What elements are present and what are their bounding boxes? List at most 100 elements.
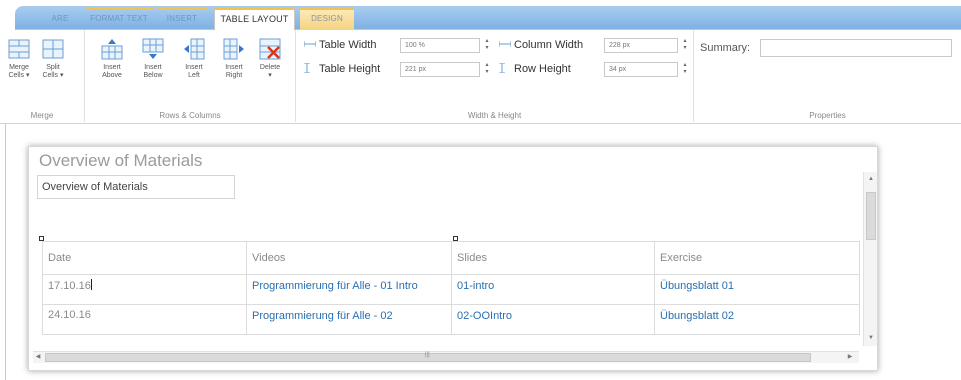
materials-table: Date Videos Slides Exercise 17.10.16 Pro… — [42, 241, 860, 335]
split-cells-button[interactable]: Split Cells ▾ — [40, 38, 66, 80]
merge-cells-label-2: Cells ▾ — [8, 72, 30, 79]
split-cells-label-2: Cells ▾ — [42, 72, 64, 79]
rows-columns-group: Insert Above Insert Below Insert Left In… — [85, 30, 296, 122]
insert-right-label-2: Right — [225, 72, 243, 79]
insert-left-label-2: Left — [188, 72, 200, 79]
scroll-down-arrow-icon[interactable]: ▼ — [864, 335, 878, 341]
tab-format-text[interactable]: FORMAT TEXT — [85, 7, 153, 30]
exercise-link[interactable]: Übungsblatt 01 — [660, 280, 734, 292]
insert-right-button[interactable]: Insert Right — [221, 38, 247, 80]
date-cell[interactable]: 17.10.16 — [42, 274, 247, 305]
table-height-text: Table Height — [319, 63, 381, 75]
row-height-input[interactable]: 34 px — [604, 62, 678, 77]
table-width-label: Table Width — [304, 39, 376, 51]
tab-design[interactable]: DESIGN — [300, 7, 354, 30]
insert-below-label-2: Below — [143, 72, 163, 79]
insert-left-button[interactable]: Insert Left — [181, 38, 207, 80]
slides-cell[interactable]: 02-OOIntro — [451, 304, 655, 335]
properties-group-label: Properties — [809, 111, 846, 120]
split-cells-label-1: Split — [46, 64, 60, 71]
row-height-label: Row Height — [499, 63, 571, 75]
insert-left-label-1: Insert — [185, 64, 203, 71]
video-link[interactable]: Programmierung für Alle - 01 Intro — [252, 280, 418, 292]
scroll-right-arrow-icon[interactable]: ▶ — [845, 352, 855, 363]
column-width-spinner[interactable]: ▴ ▾ — [681, 38, 689, 53]
video-cell[interactable]: Programmierung für Alle - 02 — [246, 304, 452, 335]
scroll-up-arrow-icon[interactable]: ▲ — [864, 176, 878, 182]
header-videos[interactable]: Videos — [246, 241, 452, 275]
column-width-icon — [499, 41, 511, 47]
exercise-cell[interactable]: Übungsblatt 01 — [654, 274, 860, 305]
text-cursor — [90, 279, 92, 290]
insert-below-label-1: Insert — [144, 64, 162, 71]
vertical-scroll-thumb[interactable] — [866, 192, 876, 240]
table-width-spinner[interactable]: ▴ ▾ — [483, 38, 491, 53]
header-date[interactable]: Date — [42, 241, 247, 275]
merge-cells-icon — [8, 39, 30, 59]
table-height-label: Table Height — [304, 63, 380, 75]
insert-above-button[interactable]: Insert Above — [99, 38, 125, 80]
ribbon: Merge Cells ▾ Split Cells ▾ Merge Insert… — [0, 30, 961, 124]
header-slides[interactable]: Slides — [451, 241, 655, 275]
split-cells-icon — [42, 39, 64, 59]
web-part-title: Overview of Materials — [39, 151, 203, 170]
delete-label-1: Delete — [259, 64, 281, 71]
insert-above-icon — [101, 39, 123, 60]
slides-cell[interactable]: 01-intro — [451, 274, 655, 305]
date-text: 17.10.16 — [48, 280, 91, 292]
table-height-spinner[interactable]: ▴ ▾ — [483, 62, 491, 77]
merge-group: Merge Cells ▾ Split Cells ▾ Merge — [0, 30, 85, 122]
insert-above-label-1: Insert — [103, 64, 121, 71]
header-exercise[interactable]: Exercise — [654, 241, 860, 275]
table-row: 17.10.16 Programmierung für Alle - 01 In… — [42, 274, 860, 305]
insert-right-label-1: Insert — [225, 64, 243, 71]
ribbon-tab-bar: ARE FORMAT TEXT INSERT TABLE LAYOUT DESI… — [0, 0, 961, 31]
horizontal-scrollbar[interactable]: ◀ ||| ▶ — [33, 351, 859, 363]
table-width-icon — [304, 41, 316, 47]
date-cell[interactable]: 24.10.16 — [42, 304, 247, 335]
merge-cells-label-1: Merge — [9, 64, 29, 71]
table-row: 24.10.16 Programmierung für Alle - 02 02… — [42, 304, 860, 335]
exercise-cell[interactable]: Übungsblatt 02 — [654, 304, 860, 335]
merge-cells-button[interactable]: Merge Cells ▾ — [6, 38, 32, 80]
summary-input[interactable] — [760, 39, 952, 57]
summary-label: Summary: — [700, 42, 751, 54]
column-width-input[interactable]: 228 px — [604, 38, 678, 53]
video-cell[interactable]: Programmierung für Alle - 01 Intro — [246, 274, 452, 305]
title-text-box[interactable]: Overview of Materials — [37, 175, 235, 199]
table-height-icon — [304, 63, 310, 73]
scroll-grip-icon: ||| — [425, 352, 430, 358]
delete-button[interactable]: Delete ▾ — [257, 38, 283, 80]
row-height-spinner[interactable]: ▴ ▾ — [681, 62, 689, 77]
table-header-row: Date Videos Slides Exercise — [42, 241, 860, 275]
slides-link[interactable]: 01-intro — [457, 280, 494, 292]
exercise-link[interactable]: Übungsblatt 02 — [660, 310, 734, 322]
insert-above-label-2: Above — [102, 72, 122, 79]
insert-below-button[interactable]: Insert Below — [140, 38, 166, 80]
vertical-scrollbar[interactable]: ▲ ▼ — [863, 172, 877, 346]
video-link[interactable]: Programmierung für Alle - 02 — [252, 310, 393, 322]
date-text: 24.10.16 — [48, 309, 91, 321]
column-width-label: Column Width — [499, 39, 583, 51]
document-left-border — [5, 124, 6, 380]
width-height-group: Table Width 100 % ▴ ▾ Table Height 221 px… — [296, 30, 694, 122]
scroll-left-arrow-icon[interactable]: ◀ — [33, 352, 43, 363]
table-width-text: Table Width — [319, 39, 377, 51]
width-height-group-label: Width & Height — [467, 111, 522, 120]
insert-left-icon — [184, 38, 205, 60]
row-height-text: Row Height — [514, 63, 571, 75]
merge-group-label: Merge — [30, 111, 54, 120]
row-height-icon — [499, 63, 505, 73]
materials-web-part: Overview of Materials Overview of Materi… — [28, 146, 878, 371]
rows-columns-group-label: Rows & Columns — [159, 111, 221, 120]
slides-link[interactable]: 02-OOIntro — [457, 310, 512, 322]
tab-insert[interactable]: INSERT — [157, 7, 207, 30]
tab-are[interactable]: ARE — [40, 10, 80, 30]
insert-below-icon — [142, 38, 164, 59]
delete-table-icon — [259, 38, 281, 60]
table-width-input[interactable]: 100 % — [400, 38, 480, 53]
table-height-input[interactable]: 221 px — [400, 62, 480, 77]
insert-right-icon — [223, 38, 244, 60]
tab-table-layout[interactable]: TABLE LAYOUT — [214, 7, 295, 31]
delete-label-2: ▾ — [268, 72, 272, 79]
